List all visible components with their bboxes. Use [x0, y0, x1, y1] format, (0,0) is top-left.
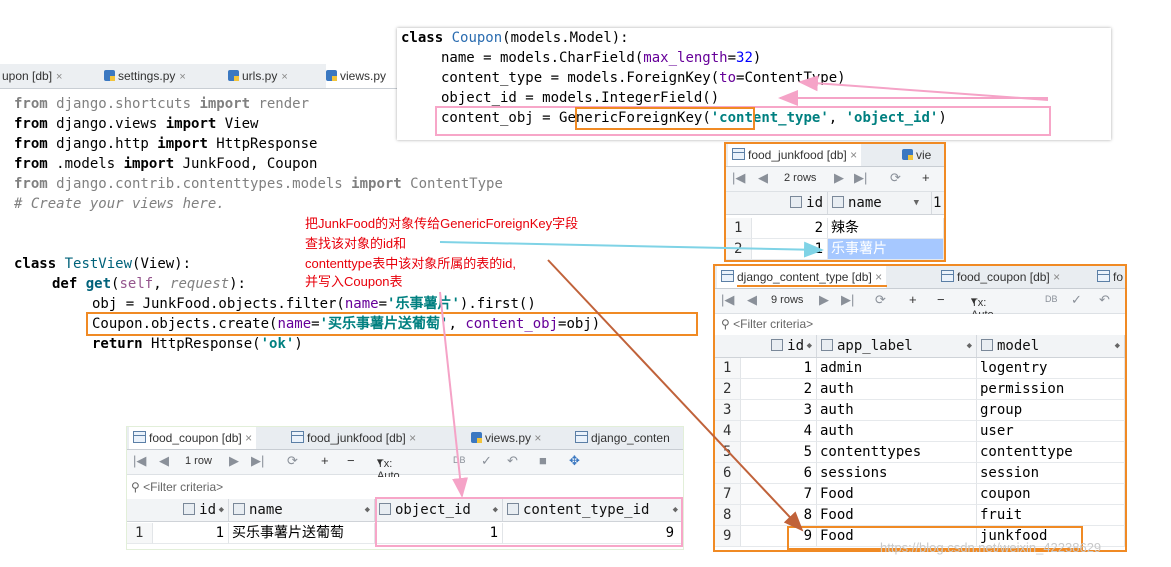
arrow-pink-down [439, 291, 469, 498]
annotation-arrows [439, 75, 1049, 532]
arrow-blue-object [439, 241, 824, 258]
watermark: https://blog.csdn.net/weixin_42238629 [880, 540, 1102, 555]
arrow-brown-contenttype [547, 259, 804, 532]
